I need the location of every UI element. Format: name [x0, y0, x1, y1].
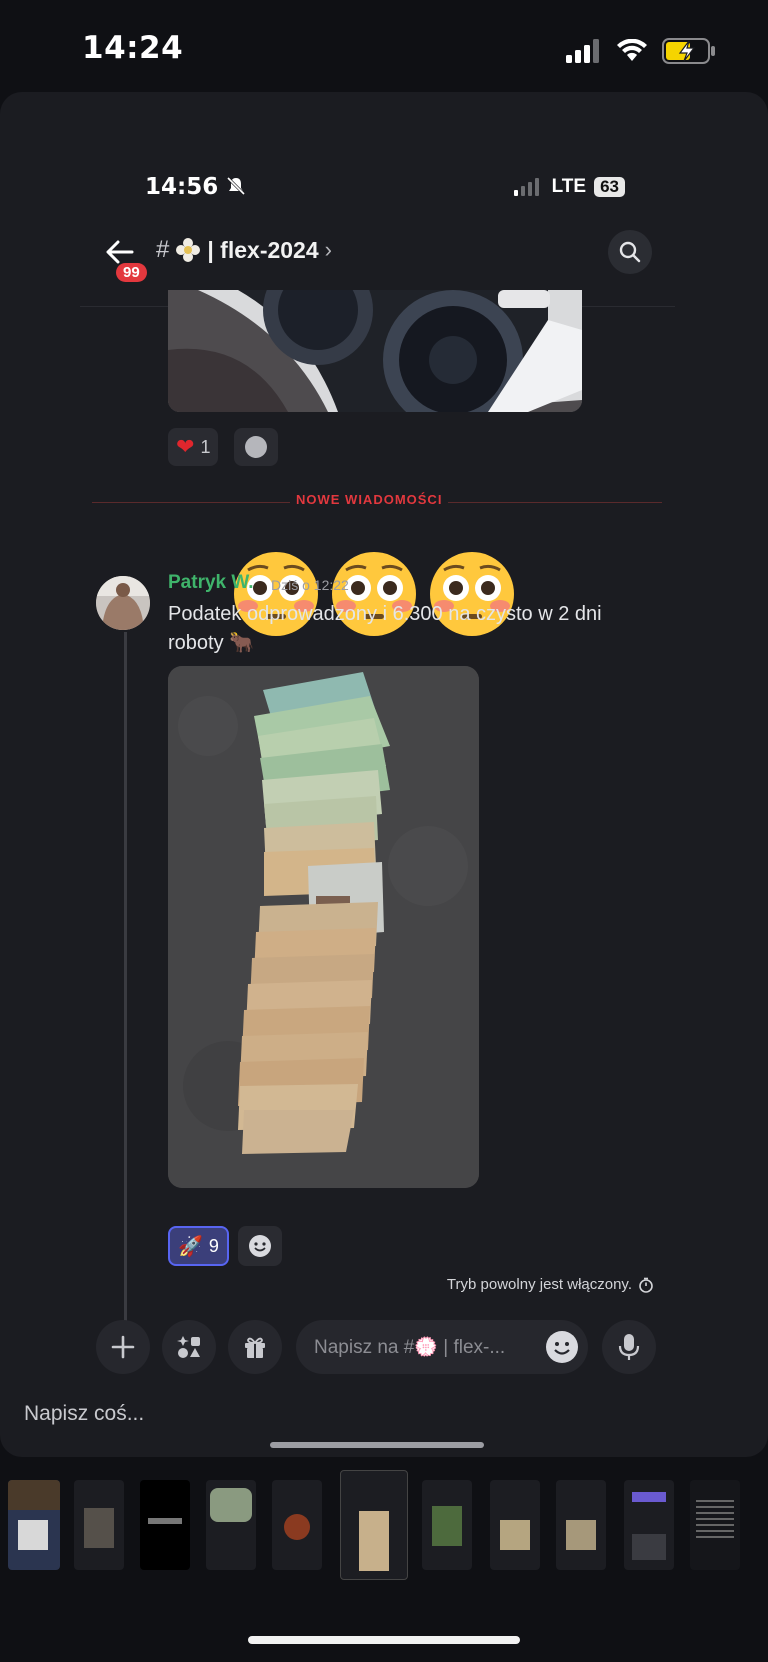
rocket-reaction[interactable]: 🚀 9	[168, 1226, 229, 1266]
thumbnail-preview	[8, 1480, 60, 1510]
heart-reaction[interactable]: ❤ 1	[168, 428, 219, 466]
search-button[interactable]	[608, 230, 652, 274]
thumbnail-preview	[566, 1520, 596, 1550]
reply-field[interactable]: Napisz coś...	[24, 1402, 144, 1426]
thumbnail-preview	[500, 1520, 530, 1550]
thumbnail-preview	[632, 1492, 666, 1502]
smiley-add-icon	[249, 1235, 271, 1257]
thread-line	[124, 632, 127, 1362]
thumbnail-item[interactable]	[272, 1480, 322, 1570]
bell-muted-icon	[227, 176, 246, 196]
voice-button[interactable]	[602, 1320, 656, 1374]
inner-clock: 14:56	[145, 174, 246, 200]
thumbnail-item[interactable]	[74, 1480, 124, 1570]
hash-icon: #	[156, 236, 170, 263]
message-timestamp: Dziś o 12:22	[271, 577, 349, 593]
inner-signal-icon	[513, 178, 539, 196]
thumbnail-strip	[0, 1466, 768, 1580]
outer-clock: 14:24	[82, 30, 184, 66]
flower-icon	[176, 238, 201, 262]
apps-icon	[177, 1336, 200, 1358]
sheet-home-indicator	[270, 1442, 484, 1448]
thumbnail-preview	[84, 1508, 114, 1548]
inner-clock-text: 14:56	[145, 174, 219, 200]
smiley-add-icon	[245, 436, 267, 458]
thumbnail-item[interactable]	[206, 1480, 256, 1570]
home-indicator	[248, 1636, 520, 1644]
thumbnail-item[interactable]	[422, 1480, 472, 1570]
heart-icon: ❤	[176, 434, 195, 459]
message-text: Podatek odprowadzony i 6.300 na czysto w…	[168, 603, 602, 654]
wifi-icon	[617, 39, 647, 61]
chevron-right-icon: ›	[324, 237, 332, 262]
signal-icon	[566, 39, 599, 63]
thumbnail-preview	[18, 1520, 48, 1550]
thumbnail-item[interactable]	[624, 1480, 674, 1570]
slowmode-text: Tryb powolny jest włączony.	[446, 1276, 632, 1293]
gift-button[interactable]	[228, 1320, 282, 1374]
channel-title[interactable]: # | flex-2024 ›	[156, 236, 332, 264]
shared-screenshot-sheet: 14:56 LTE 63 99 # | flex-2024 › ❤ 1 NOWE…	[0, 92, 768, 1457]
search-icon	[619, 241, 641, 263]
money-photo[interactable]	[168, 666, 479, 1188]
plus-icon	[111, 1335, 135, 1359]
thumbnail-preview	[148, 1518, 182, 1524]
add-reaction-button-2[interactable]	[238, 1226, 282, 1266]
author-name[interactable]: Patryk W.	[168, 572, 254, 594]
timer-icon	[639, 1277, 653, 1293]
outer-status-bar: 14:24	[0, 0, 768, 100]
channel-header: 99 # | flex-2024 ›	[100, 230, 660, 282]
thumbnail-item[interactable]	[8, 1480, 60, 1570]
rocket-icon: 🚀	[178, 1235, 203, 1258]
avatar-photo	[96, 576, 150, 630]
slowmode-notice: Tryb powolny jest włączony.	[447, 1276, 654, 1293]
emoji-button[interactable]	[546, 1331, 578, 1363]
message-input-placeholder: Napisz na #💮 | flex-...	[314, 1337, 506, 1358]
thumbnail-item[interactable]	[140, 1480, 190, 1570]
unread-badge: 99	[116, 263, 147, 282]
network-type: LTE	[551, 176, 587, 197]
thumbnail-preview	[210, 1488, 252, 1522]
attach-button[interactable]	[96, 1320, 150, 1374]
thumbnail-preview	[632, 1534, 666, 1560]
arrow-left-icon	[106, 240, 134, 264]
apps-button[interactable]	[162, 1320, 216, 1374]
add-reaction-button-1[interactable]	[234, 428, 278, 466]
channel-name: | flex-2024	[207, 236, 319, 263]
new-messages-label: NOWE WIADOMOŚCI	[290, 492, 449, 507]
iphone-photo-graphic	[168, 290, 582, 412]
thumbnail-preview	[696, 1500, 734, 1540]
inner-battery: 63	[594, 177, 625, 197]
thumbnail-item[interactable]	[490, 1480, 540, 1570]
thumbnail-item[interactable]	[690, 1480, 740, 1570]
battery-charging-icon	[662, 38, 715, 64]
inner-status-bar: 14:56 LTE 63	[145, 174, 625, 214]
rocket-reaction-count: 9	[208, 1235, 219, 1256]
gift-icon	[245, 1337, 265, 1358]
thumbnail-preview	[284, 1514, 310, 1540]
message-input[interactable]: Napisz na #💮 | flex-...	[296, 1320, 588, 1374]
thumbnail-item-current[interactable]	[340, 1470, 408, 1580]
microphone-icon	[618, 1334, 640, 1360]
smiley-icon	[554, 1342, 570, 1355]
inner-status-icons: LTE 63	[513, 176, 625, 198]
iphone-photo[interactable]	[168, 290, 582, 412]
thumbnail-preview	[359, 1511, 389, 1571]
thumbnail-preview	[432, 1506, 462, 1546]
thumbnail-item[interactable]	[556, 1480, 606, 1570]
message-composer: Napisz na #💮 | flex-...	[96, 1320, 660, 1376]
heart-reaction-count: 1	[200, 436, 211, 457]
money-photo-graphic	[168, 666, 479, 1188]
outer-status-icons	[566, 38, 716, 64]
avatar[interactable]	[96, 576, 150, 630]
